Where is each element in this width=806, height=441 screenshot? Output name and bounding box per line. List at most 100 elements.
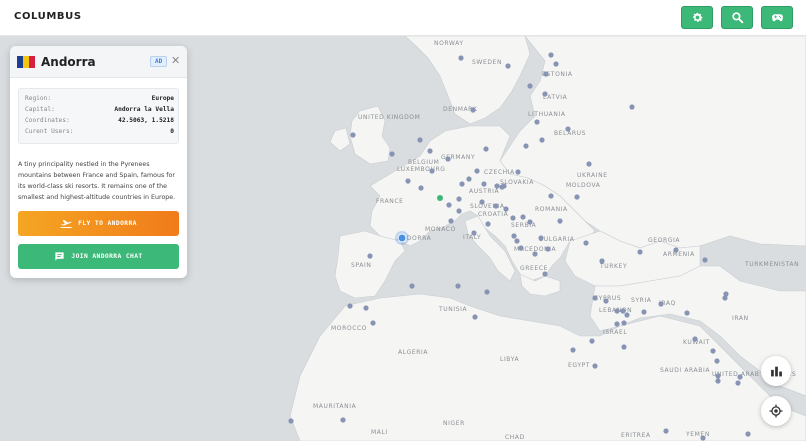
user-marker[interactable] — [518, 245, 524, 251]
user-marker[interactable] — [542, 271, 548, 277]
user-marker[interactable] — [735, 380, 741, 386]
user-marker[interactable] — [456, 196, 462, 202]
user-marker[interactable] — [715, 373, 721, 379]
user-marker[interactable] — [472, 314, 478, 320]
user-marker[interactable] — [621, 344, 627, 350]
user-marker[interactable] — [445, 156, 451, 162]
user-marker[interactable] — [470, 107, 476, 113]
user-marker[interactable] — [714, 358, 720, 364]
locate-button[interactable] — [761, 396, 791, 426]
close-icon[interactable]: ✕ — [171, 54, 180, 67]
search-button[interactable] — [721, 6, 753, 29]
user-marker[interactable] — [745, 431, 751, 437]
user-marker[interactable] — [347, 303, 353, 309]
user-marker[interactable] — [503, 206, 509, 212]
user-marker[interactable] — [458, 55, 464, 61]
user-marker[interactable] — [614, 321, 620, 327]
user-marker[interactable] — [481, 181, 487, 187]
user-marker[interactable] — [700, 435, 706, 441]
selected-marker[interactable] — [395, 231, 409, 245]
user-marker[interactable] — [702, 257, 708, 263]
user-marker[interactable] — [389, 151, 395, 157]
user-marker[interactable] — [637, 249, 643, 255]
user-marker[interactable] — [574, 194, 580, 200]
user-marker[interactable] — [499, 184, 505, 190]
user-marker[interactable] — [494, 183, 500, 189]
user-marker[interactable] — [527, 219, 533, 225]
user-marker[interactable] — [614, 308, 620, 314]
user-marker[interactable] — [515, 169, 521, 175]
user-marker[interactable] — [429, 168, 435, 174]
user-marker[interactable] — [367, 253, 373, 259]
user-marker[interactable] — [722, 295, 728, 301]
user-marker[interactable] — [418, 185, 424, 191]
user-marker[interactable] — [510, 215, 516, 221]
user-marker[interactable] — [484, 289, 490, 295]
user-marker[interactable] — [629, 104, 635, 110]
user-marker[interactable] — [663, 428, 669, 434]
user-marker[interactable] — [570, 347, 576, 353]
user-marker[interactable] — [350, 132, 356, 138]
user-marker[interactable] — [621, 320, 627, 326]
user-marker[interactable] — [446, 202, 452, 208]
user-marker[interactable] — [471, 230, 477, 236]
user-marker[interactable] — [483, 146, 489, 152]
user-marker[interactable] — [532, 251, 538, 257]
user-marker[interactable] — [538, 235, 544, 241]
user-marker[interactable] — [592, 295, 598, 301]
user-marker[interactable] — [370, 320, 376, 326]
user-marker[interactable] — [589, 338, 595, 344]
user-marker[interactable] — [673, 247, 679, 253]
user-marker[interactable] — [599, 258, 605, 264]
user-marker[interactable] — [620, 308, 626, 314]
user-marker[interactable] — [520, 214, 526, 220]
user-marker[interactable] — [548, 193, 554, 199]
user-marker[interactable] — [456, 208, 462, 214]
settings-button[interactable] — [681, 6, 713, 29]
user-marker[interactable] — [409, 283, 415, 289]
user-marker[interactable] — [737, 374, 743, 380]
selected-dot[interactable] — [397, 233, 407, 243]
user-marker[interactable] — [583, 240, 589, 246]
user-marker[interactable] — [539, 137, 545, 143]
user-marker[interactable] — [514, 238, 520, 244]
game-button[interactable] — [761, 6, 793, 29]
user-marker[interactable] — [505, 63, 511, 69]
user-marker[interactable] — [692, 336, 698, 342]
user-marker[interactable] — [288, 418, 294, 424]
user-marker[interactable] — [474, 168, 480, 174]
user-marker[interactable] — [557, 218, 563, 224]
user-marker[interactable] — [545, 246, 551, 252]
user-marker[interactable] — [548, 52, 554, 58]
user-marker[interactable] — [527, 83, 533, 89]
user-marker[interactable] — [363, 305, 369, 311]
user-marker[interactable] — [448, 218, 454, 224]
user-marker[interactable] — [715, 378, 721, 384]
user-marker[interactable] — [427, 148, 433, 154]
user-marker[interactable] — [479, 199, 485, 205]
user-marker[interactable] — [586, 161, 592, 167]
user-marker[interactable] — [592, 363, 598, 369]
user-marker[interactable] — [455, 283, 461, 289]
user-marker[interactable] — [523, 143, 529, 149]
fly-to-country-button[interactable]: FLY TO ANDORRA — [18, 211, 179, 236]
user-marker[interactable] — [417, 137, 423, 143]
user-marker[interactable] — [459, 181, 465, 187]
user-marker[interactable] — [658, 301, 664, 307]
user-marker[interactable] — [684, 310, 690, 316]
user-marker[interactable] — [542, 91, 548, 97]
user-marker[interactable] — [624, 312, 630, 318]
user-marker[interactable] — [543, 71, 549, 77]
active-user-marker[interactable] — [437, 195, 443, 201]
stats-button[interactable] — [761, 356, 791, 386]
user-marker[interactable] — [553, 61, 559, 67]
user-marker[interactable] — [565, 126, 571, 132]
user-marker[interactable] — [641, 309, 647, 315]
user-marker[interactable] — [466, 176, 472, 182]
user-marker[interactable] — [485, 221, 491, 227]
user-marker[interactable] — [603, 298, 609, 304]
user-marker[interactable] — [340, 417, 346, 423]
user-marker[interactable] — [405, 178, 411, 184]
user-marker[interactable] — [493, 203, 499, 209]
user-marker[interactable] — [534, 119, 540, 125]
